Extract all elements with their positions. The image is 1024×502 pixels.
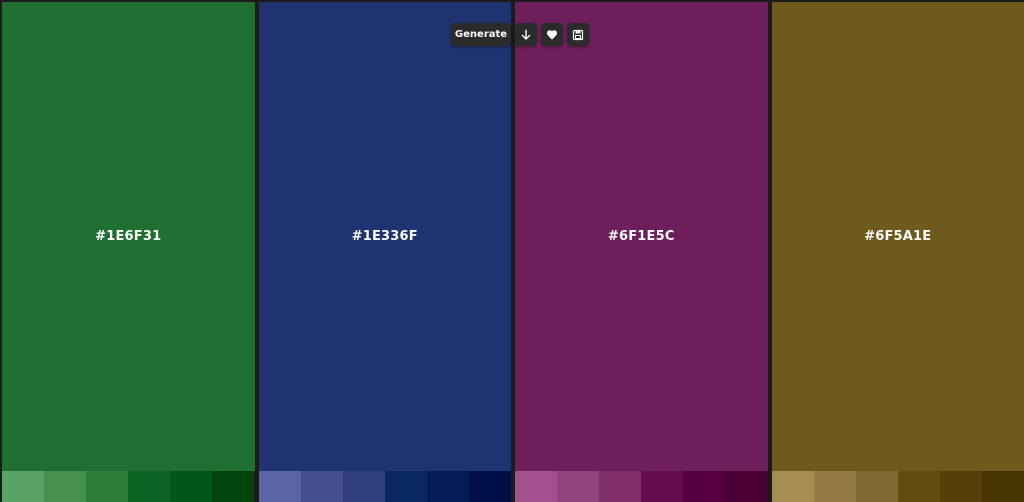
color-swatch[interactable]: #6F1E5C (515, 2, 768, 471)
shade-swatch[interactable] (300, 471, 343, 502)
shade-swatch[interactable] (2, 471, 45, 502)
shade-swatch[interactable] (170, 471, 213, 502)
color-column[interactable]: #6F5A1E (771, 2, 1024, 502)
shade-swatch[interactable] (44, 471, 87, 502)
hex-code[interactable]: #6F1E5C (608, 229, 675, 244)
shade-strip (771, 471, 1024, 502)
shade-swatch[interactable] (855, 471, 898, 502)
color-column[interactable]: #1E6F31 (2, 2, 255, 502)
shade-swatch[interactable] (384, 471, 427, 502)
shade-swatch[interactable] (468, 471, 511, 502)
shade-swatch[interactable] (86, 471, 129, 502)
shade-strip (2, 471, 255, 502)
color-swatch[interactable]: #1E336F (258, 2, 511, 471)
color-column[interactable]: #1E336F (258, 2, 512, 502)
shade-swatch[interactable] (557, 471, 600, 502)
shade-swatch[interactable] (725, 471, 768, 502)
shade-swatch[interactable] (342, 471, 385, 502)
shade-swatch[interactable] (258, 471, 301, 502)
shade-swatch[interactable] (641, 471, 684, 502)
download-button[interactable] (515, 23, 537, 46)
shade-strip (515, 471, 768, 502)
heart-icon (546, 29, 558, 41)
shade-swatch[interactable] (813, 471, 856, 502)
hex-code[interactable]: #6F5A1E (864, 229, 931, 244)
save-button[interactable] (567, 23, 589, 46)
toolbar: Generate (451, 23, 589, 46)
shade-swatch[interactable] (599, 471, 642, 502)
palette: #1E6F31 #1E336F #6F1E5C #6F5A1E (2, 2, 1024, 502)
hex-code[interactable]: #1E6F31 (95, 229, 161, 244)
shade-swatch[interactable] (771, 471, 814, 502)
arrow-down-icon (520, 29, 532, 41)
shade-swatch[interactable] (515, 471, 558, 502)
shade-swatch[interactable] (212, 471, 255, 502)
shade-swatch[interactable] (981, 471, 1024, 502)
shade-swatch[interactable] (683, 471, 726, 502)
hex-code[interactable]: #1E336F (352, 229, 418, 244)
palette-generator: #1E6F31 #1E336F #6F1E5C #6F5A1E Generate (0, 0, 1024, 502)
color-swatch[interactable]: #1E6F31 (2, 2, 255, 471)
shade-swatch[interactable] (128, 471, 171, 502)
shade-swatch[interactable] (897, 471, 940, 502)
favorite-button[interactable] (541, 23, 563, 46)
shade-strip (258, 471, 512, 502)
color-column[interactable]: #6F1E5C (515, 2, 768, 502)
shade-swatch[interactable] (426, 471, 469, 502)
shade-swatch[interactable] (939, 471, 982, 502)
save-icon (572, 29, 584, 41)
generate-button[interactable]: Generate (451, 23, 511, 46)
color-swatch[interactable]: #6F5A1E (771, 2, 1024, 471)
